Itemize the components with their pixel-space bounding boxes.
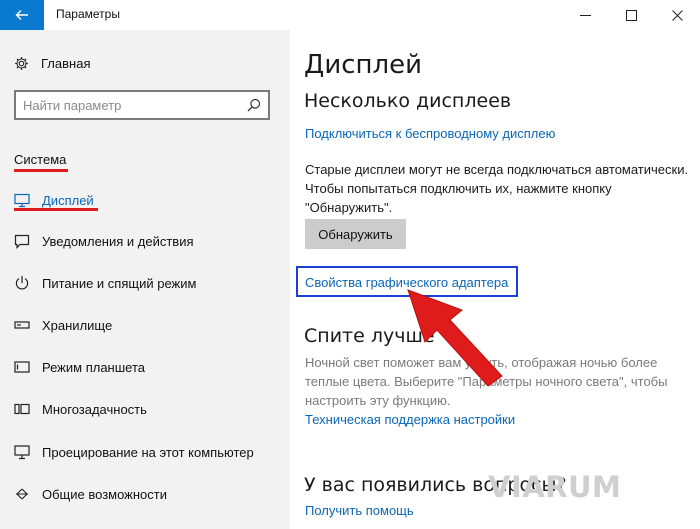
get-help-link[interactable]: Получить помощь	[305, 503, 414, 518]
multitasking-icon	[14, 403, 30, 415]
maximize-button[interactable]	[608, 0, 654, 30]
sidebar-item-multitasking[interactable]: Многозадачность	[14, 399, 147, 419]
tablet-icon	[14, 361, 30, 373]
red-arrow-annotation	[407, 289, 503, 387]
sidebar-item-label: Проецирование на этот компьютер	[42, 444, 254, 460]
sidebar: Главная Система Дисплей Уведомления и де…	[0, 30, 290, 529]
section-heading-multiple-displays: Несколько дисплеев	[304, 90, 512, 112]
sidebar-item-notifications[interactable]: Уведомления и действия	[14, 231, 194, 251]
sidebar-item-label: Питание и спящий режим	[42, 275, 197, 291]
viarum-watermark: VIARUM	[488, 470, 621, 504]
sidebar-item-tablet-mode[interactable]: Режим планшета	[14, 357, 145, 377]
maximize-icon	[625, 9, 637, 21]
sidebar-item-display[interactable]: Дисплей	[14, 190, 94, 210]
back-arrow-icon	[15, 10, 28, 20]
minimize-button[interactable]	[562, 0, 608, 30]
close-icon	[671, 9, 683, 21]
monitor-icon	[14, 193, 30, 208]
watermark-text: VIARUM	[488, 470, 622, 504]
search-input[interactable]	[23, 96, 243, 114]
title-bar: Параметры	[0, 0, 700, 30]
search-box[interactable]	[14, 90, 270, 120]
old-displays-text: Старые дисплеи могут не всегда подключат…	[305, 162, 689, 215]
detect-button[interactable]: Обнаружить	[305, 219, 406, 249]
sidebar-item-projection[interactable]: Проецирование на этот компьютер	[14, 442, 254, 462]
minimize-icon	[579, 14, 591, 16]
wireless-display-link[interactable]: Подключиться к беспроводному дисплею	[305, 126, 555, 141]
red-underline-display	[14, 208, 98, 211]
tech-support-link[interactable]: Техническая поддержка настройки	[305, 412, 515, 427]
sidebar-item-shared-experiences[interactable]: Общие возможности	[14, 484, 167, 504]
page-title: Дисплей	[304, 50, 423, 80]
window-title: Параметры	[56, 7, 120, 21]
home-link[interactable]: Главная	[14, 56, 90, 71]
sidebar-item-label: Многозадачность	[42, 401, 147, 417]
projection-icon	[14, 445, 30, 460]
power-icon	[15, 276, 29, 290]
search-icon	[247, 98, 261, 112]
storage-icon	[14, 321, 30, 329]
sidebar-item-label: Режим планшета	[42, 359, 145, 375]
notifications-icon	[14, 234, 30, 249]
home-label: Главная	[41, 56, 91, 71]
sidebar-item-label: Общие возможности	[42, 486, 168, 502]
sidebar-item-label: Уведомления и действия	[42, 233, 194, 249]
close-button[interactable]	[654, 0, 700, 30]
back-button[interactable]	[0, 0, 44, 30]
shared-experiences-icon	[16, 488, 28, 500]
sidebar-item-power[interactable]: Питание и спящий режим	[14, 273, 196, 293]
red-underline-system	[14, 169, 68, 172]
sidebar-item-label: Хранилище	[42, 317, 113, 333]
section-heading-system: Система	[14, 152, 67, 167]
sidebar-item-label: Дисплей	[42, 192, 94, 208]
gear-icon	[15, 57, 28, 70]
sidebar-item-storage[interactable]: Хранилище	[14, 315, 112, 335]
